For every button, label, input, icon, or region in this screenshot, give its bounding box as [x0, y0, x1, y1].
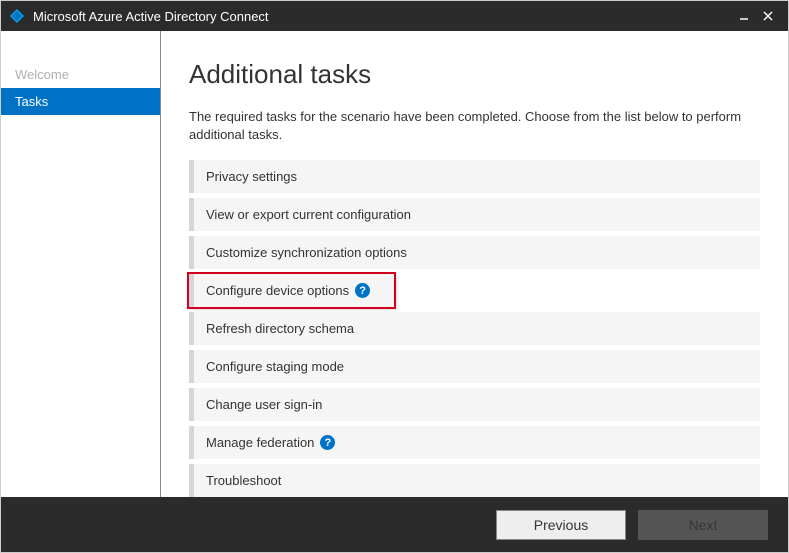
- task-item[interactable]: Privacy settings: [189, 160, 760, 193]
- sidebar-item-label: Tasks: [15, 94, 48, 109]
- azure-logo-icon: [9, 8, 25, 24]
- task-label: Refresh directory schema: [206, 321, 354, 336]
- page-title: Additional tasks: [189, 59, 760, 90]
- sidebar-item-label: Welcome: [15, 67, 69, 82]
- next-button: Next: [638, 510, 768, 540]
- task-label: Customize synchronization options: [206, 245, 407, 260]
- task-item[interactable]: Customize synchronization options: [189, 236, 760, 269]
- page-description: The required tasks for the scenario have…: [189, 108, 760, 144]
- button-label: Previous: [534, 517, 588, 533]
- sidebar-item-welcome[interactable]: Welcome: [1, 61, 160, 88]
- titlebar: Microsoft Azure Active Directory Connect: [1, 1, 788, 31]
- task-label: Change user sign-in: [206, 397, 322, 412]
- task-item[interactable]: Manage federation?: [189, 426, 760, 459]
- main-panel: Additional tasks The required tasks for …: [161, 31, 788, 497]
- window-title: Microsoft Azure Active Directory Connect: [33, 9, 732, 24]
- task-list: Privacy settings View or export current c…: [189, 160, 760, 497]
- sidebar: Welcome Tasks: [1, 31, 161, 497]
- task-item[interactable]: Troubleshoot: [189, 464, 760, 497]
- body: Welcome Tasks Additional tasks The requi…: [1, 31, 788, 497]
- task-label: Privacy settings: [206, 169, 297, 184]
- close-button[interactable]: [756, 4, 780, 28]
- task-label: Configure device options: [206, 283, 349, 298]
- task-item[interactable]: Configure device options?: [189, 274, 394, 307]
- minimize-button[interactable]: [732, 4, 756, 28]
- task-label: Troubleshoot: [206, 473, 281, 488]
- task-item[interactable]: View or export current configuration: [189, 198, 760, 231]
- task-item[interactable]: Refresh directory schema: [189, 312, 760, 345]
- help-icon[interactable]: ?: [320, 435, 335, 450]
- button-label: Next: [689, 517, 718, 533]
- footer: Previous Next: [1, 497, 788, 552]
- task-item[interactable]: Configure staging mode: [189, 350, 760, 383]
- sidebar-item-tasks[interactable]: Tasks: [1, 88, 160, 115]
- previous-button[interactable]: Previous: [496, 510, 626, 540]
- task-label: Configure staging mode: [206, 359, 344, 374]
- task-label: View or export current configuration: [206, 207, 411, 222]
- help-icon[interactable]: ?: [355, 283, 370, 298]
- task-label: Manage federation: [206, 435, 314, 450]
- task-item[interactable]: Change user sign-in: [189, 388, 760, 421]
